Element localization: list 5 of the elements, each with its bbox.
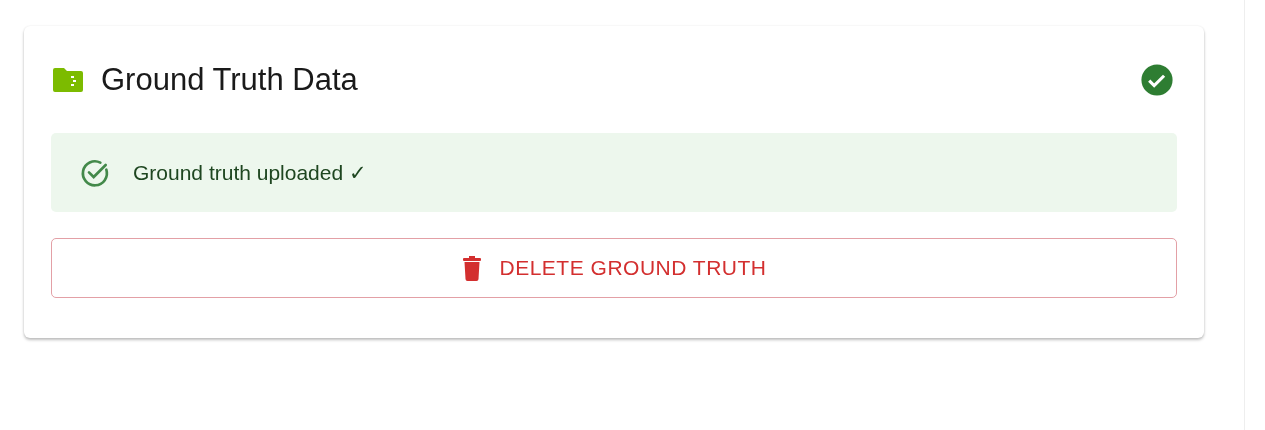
card-title: Ground Truth Data bbox=[101, 60, 358, 99]
delete-button[interactable]: DELETE GROUND TRUTH bbox=[51, 238, 1177, 298]
folder-icon bbox=[51, 66, 85, 94]
trash-icon bbox=[461, 255, 482, 281]
alert-message: Ground truth uploaded ✓ bbox=[133, 159, 367, 186]
